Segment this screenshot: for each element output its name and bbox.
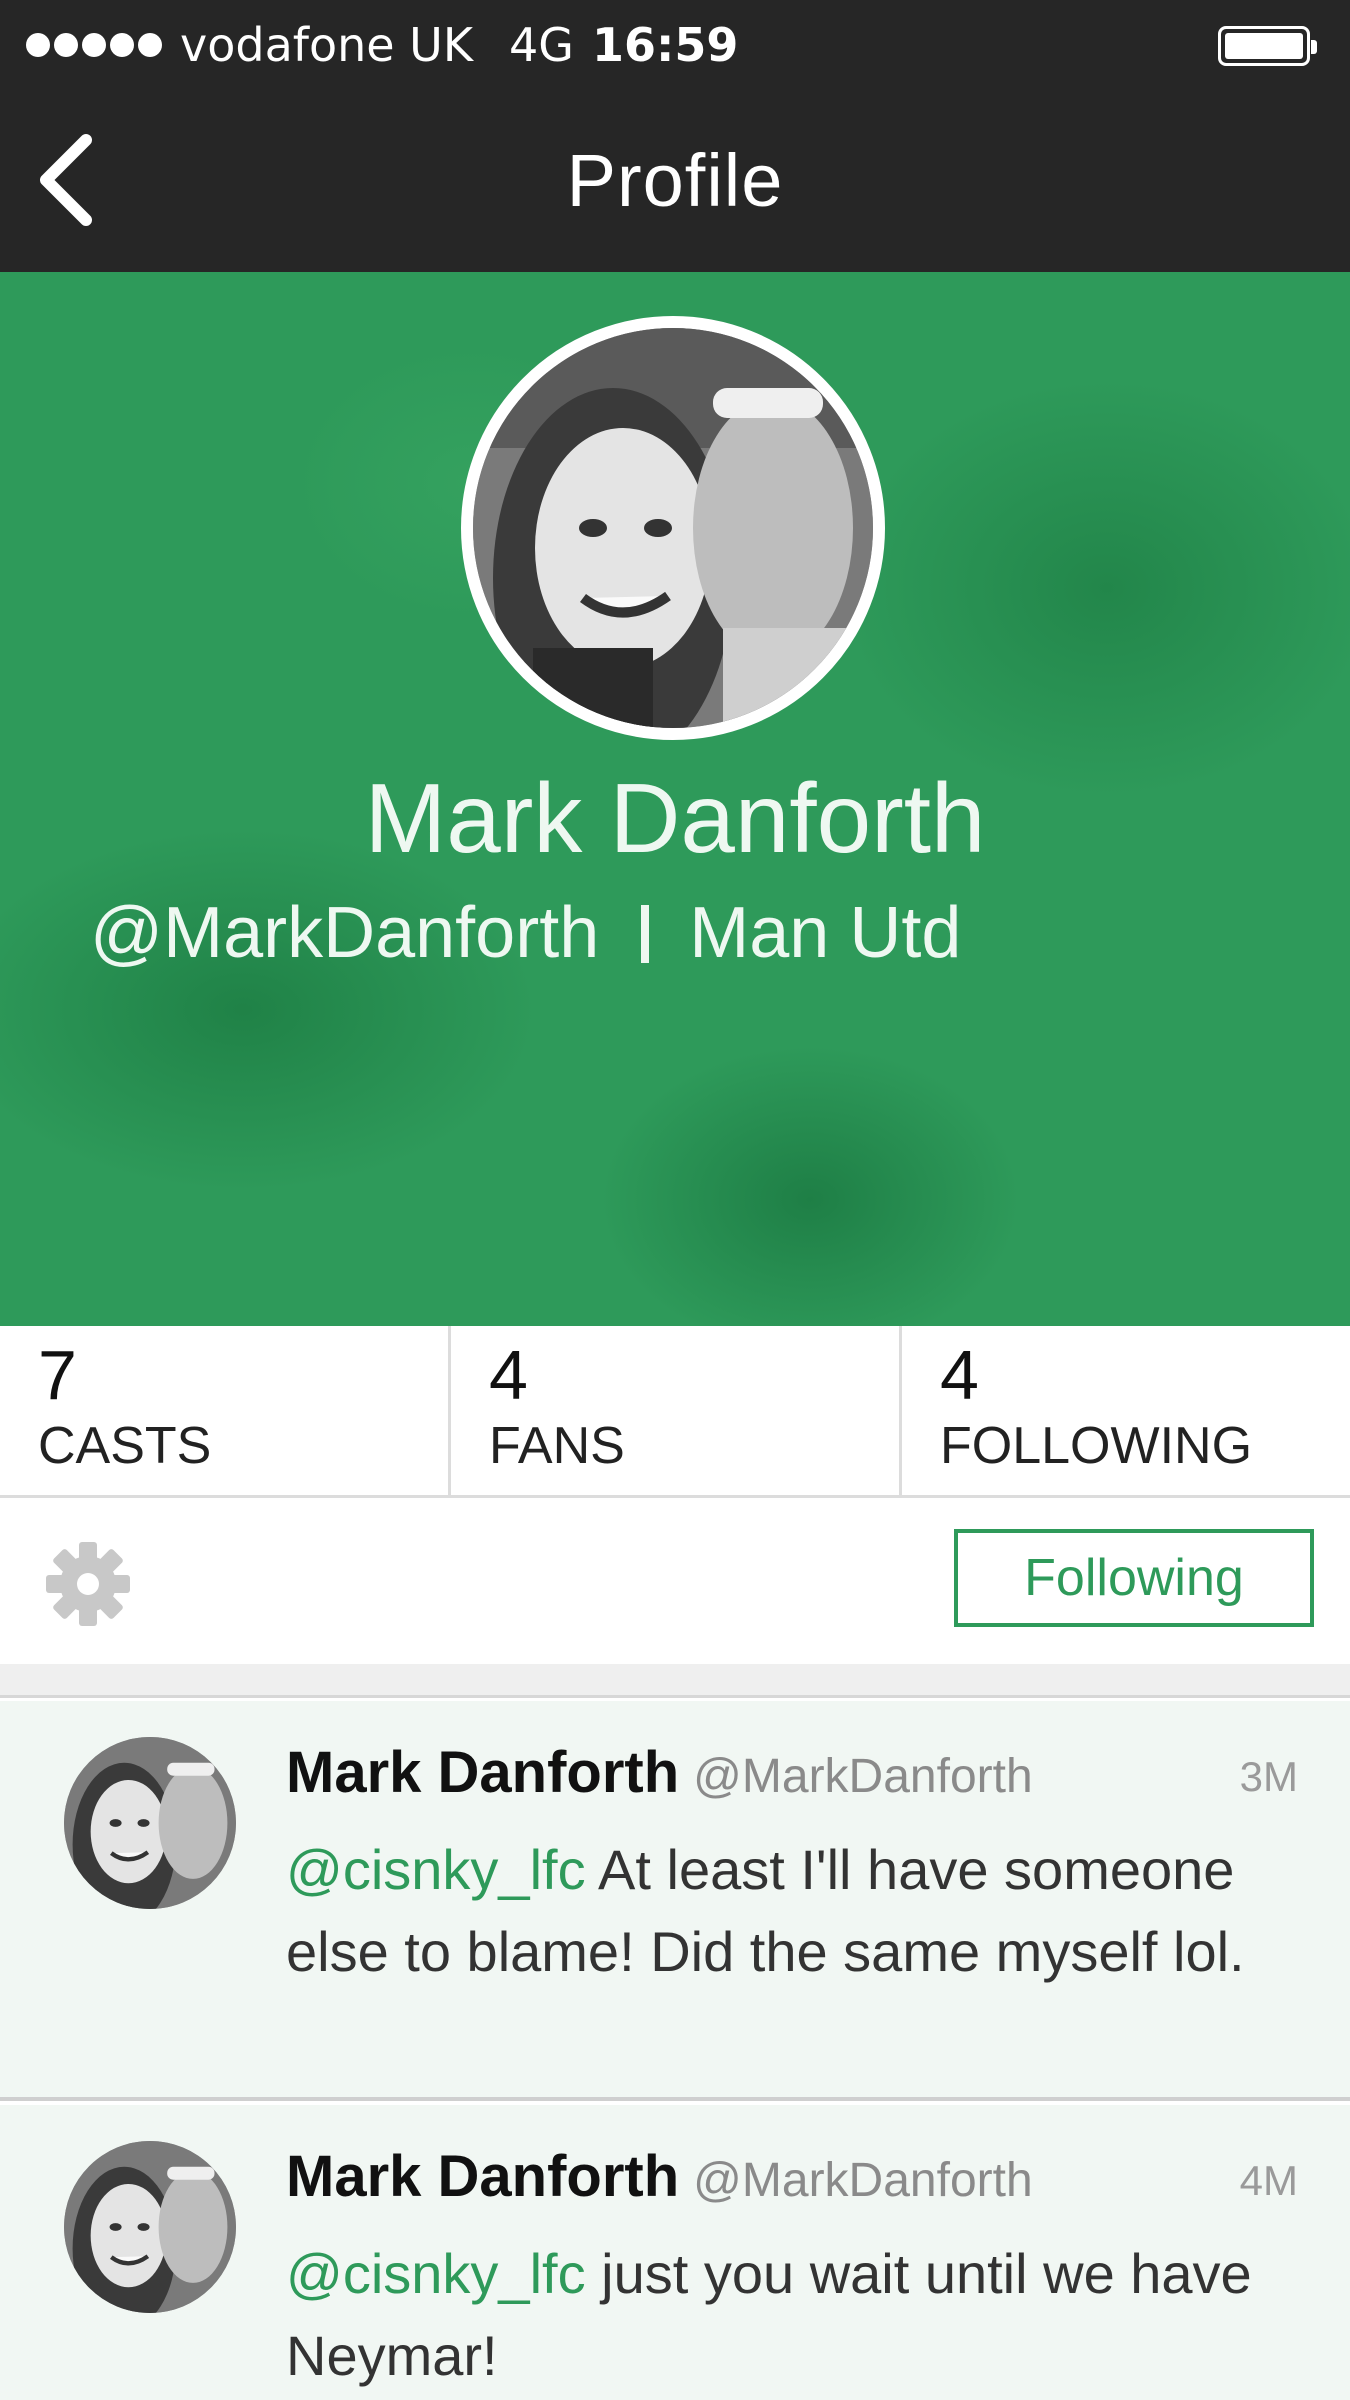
status-bar: vodafone UK 4G 16:59 bbox=[0, 0, 1350, 90]
cast-header: Mark Danforth @MarkDanforth bbox=[286, 1739, 1033, 1806]
cast-mention[interactable]: @cisnky_lfc bbox=[286, 1838, 586, 1901]
avatar-photo bbox=[473, 328, 873, 728]
cast-author-name[interactable]: Mark Danforth bbox=[286, 2144, 679, 2209]
cast-item[interactable]: Mark Danforth @MarkDanforth 4M @cisnky_lf… bbox=[0, 2105, 1350, 2400]
carrier-name: vodafone UK bbox=[180, 18, 474, 72]
profile-handle: @MarkDanforth bbox=[90, 893, 600, 973]
cast-author-handle[interactable]: @MarkDanforth bbox=[693, 2154, 1033, 2207]
cast-author-handle[interactable]: @MarkDanforth bbox=[693, 1750, 1033, 1803]
cast-avatar[interactable] bbox=[64, 1737, 236, 1909]
settings-button[interactable] bbox=[44, 1540, 132, 1628]
profile-team: Man Utd bbox=[689, 893, 962, 973]
stat-following[interactable]: 4 FOLLOWING bbox=[902, 1326, 1350, 1495]
cast-text: @cisnky_lfc just you wait until we have … bbox=[286, 2233, 1286, 2397]
profile-avatar[interactable] bbox=[461, 316, 885, 740]
navigation-bar: Profile bbox=[0, 90, 1350, 272]
page-title: Profile bbox=[566, 139, 784, 222]
section-divider bbox=[0, 1664, 1350, 1698]
cast-timestamp: 4M bbox=[1239, 2157, 1298, 2204]
cast-timestamp: 3M bbox=[1239, 1753, 1298, 1800]
stat-value: 4 bbox=[940, 1336, 979, 1414]
divider bbox=[641, 905, 650, 963]
battery-icon bbox=[1218, 26, 1317, 66]
profile-subtitle: @MarkDanforth Man Utd bbox=[90, 892, 961, 974]
stat-value: 4 bbox=[489, 1336, 528, 1414]
profile-stats: 7 CASTS 4 FANS 4 FOLLOWING bbox=[0, 1326, 1350, 1498]
status-time: 16:59 bbox=[591, 18, 739, 72]
stat-casts[interactable]: 7 CASTS bbox=[0, 1326, 451, 1495]
gear-icon bbox=[46, 1542, 130, 1626]
stat-label: FOLLOWING bbox=[940, 1417, 1253, 1475]
stat-label: FANS bbox=[489, 1417, 625, 1475]
stat-value: 7 bbox=[38, 1336, 77, 1414]
cast-mention[interactable]: @cisnky_lfc bbox=[286, 2242, 586, 2305]
profile-header: Mark Danforth @MarkDanforth Man Utd bbox=[0, 272, 1350, 1326]
avatar-photo bbox=[64, 2141, 236, 2313]
profile-name: Mark Danforth bbox=[364, 763, 986, 873]
profile-actions: Following bbox=[0, 1498, 1350, 1664]
stat-label: CASTS bbox=[38, 1417, 212, 1475]
following-button[interactable]: Following bbox=[954, 1529, 1314, 1627]
cast-item[interactable]: Mark Danforth @MarkDanforth 3M @cisnky_lf… bbox=[0, 1701, 1350, 2101]
avatar-photo bbox=[64, 1737, 236, 1909]
cast-author-name[interactable]: Mark Danforth bbox=[286, 1740, 679, 1805]
cast-header: Mark Danforth @MarkDanforth bbox=[286, 2143, 1033, 2210]
stat-fans[interactable]: 4 FANS bbox=[451, 1326, 902, 1495]
cast-text: @cisnky_lfc At least I'll have someone e… bbox=[286, 1829, 1286, 1993]
cast-avatar[interactable] bbox=[64, 2141, 236, 2313]
signal-strength-icon bbox=[26, 33, 162, 57]
network-type: 4G bbox=[509, 18, 574, 72]
